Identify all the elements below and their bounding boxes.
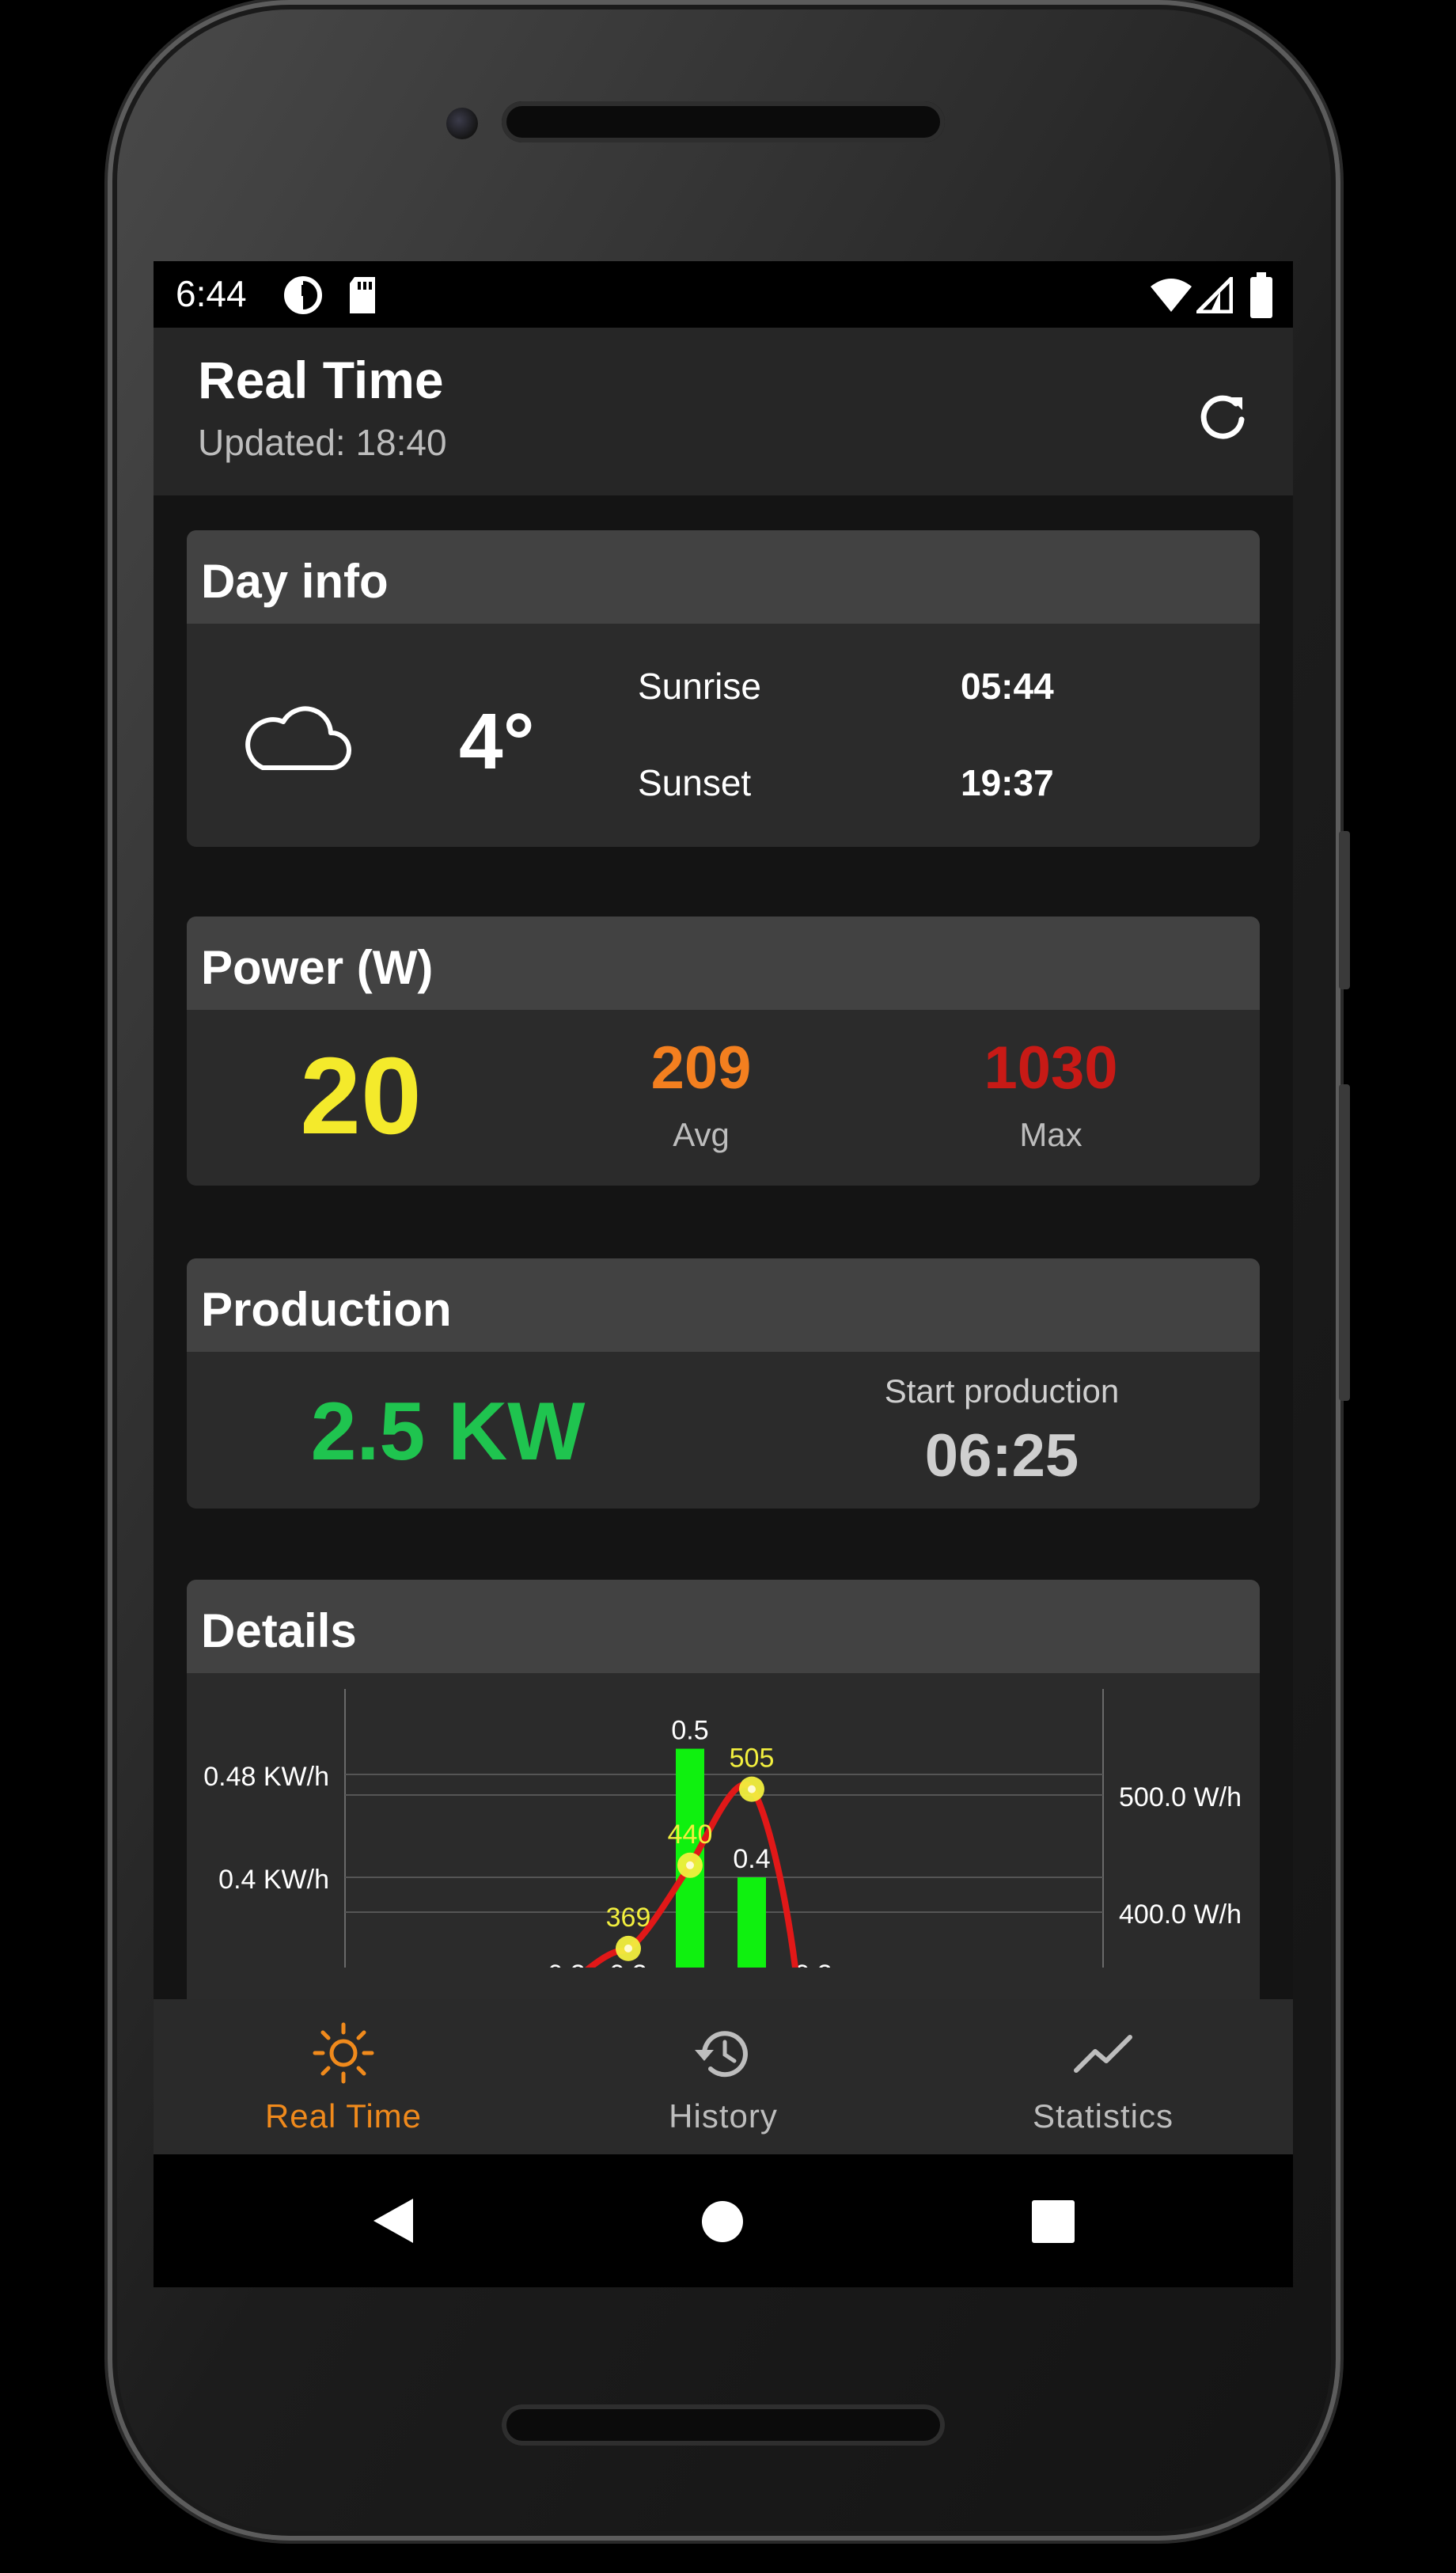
right-axis-tick-label: 500.0 W/h <box>1119 1782 1242 1812</box>
power-avg-label: Avg <box>673 1116 730 1153</box>
bottom-navigation: Real Time History Statistics <box>154 1999 1293 2154</box>
card-header: Production <box>187 1258 1260 1352</box>
bar-value-label: 0.5 <box>671 1716 708 1746</box>
start-production-time: 06:25 <box>924 1422 1079 1490</box>
card-header: Power (W) <box>187 916 1260 1010</box>
line-point-label: 369 <box>606 1903 651 1933</box>
start-production-label: Start production <box>884 1372 1120 1410</box>
top-speaker <box>502 101 945 142</box>
sd-card-icon <box>350 277 375 313</box>
chart-area: 0.48 KW/h0.4 KW/h0.32 KW/h500.0 W/h400.0… <box>187 1673 1260 1968</box>
line-point-center <box>748 1785 756 1793</box>
wifi-icon <box>1151 279 1192 312</box>
screen: 6:44 Real Time Updated: 18:40 Day info 4… <box>154 261 1293 2287</box>
power-current: 20 <box>300 1035 422 1157</box>
card-header: Details <box>187 1580 1260 1673</box>
line-point-center <box>624 1944 632 1953</box>
battery-icon <box>1250 272 1272 318</box>
trend-icon <box>1074 2035 1132 2073</box>
history-icon <box>695 2031 748 2078</box>
production-total: 2.5 KW <box>310 1386 586 1478</box>
card-title: Details <box>201 1604 357 1657</box>
nav-item-history[interactable]: History <box>533 1999 913 2154</box>
power-button <box>1339 831 1350 989</box>
sunset-label: Sunset <box>638 762 752 803</box>
card-title: Power (W) <box>201 941 434 994</box>
nav-item-statistics[interactable]: Statistics <box>913 1999 1293 2154</box>
sunset-time: 19:37 <box>961 762 1054 803</box>
line-point-label: 440 <box>668 1820 713 1850</box>
volume-button <box>1339 1084 1350 1401</box>
left-axis-tick-label: 0.4 KW/h <box>218 1865 329 1895</box>
data-saver-icon <box>284 276 322 314</box>
recents-icon[interactable] <box>1032 2200 1075 2243</box>
sun-icon <box>313 2022 374 2084</box>
home-icon[interactable] <box>701 2200 744 2243</box>
sunrise-label: Sunrise <box>638 666 761 707</box>
power-avg-value: 209 <box>650 1034 752 1102</box>
details-card: Details 0.48 KW/h0.4 KW/h0.32 KW/h500.0 … <box>187 1580 1260 2023</box>
bar-value-label: 0.2 <box>548 1960 585 1968</box>
back-icon[interactable] <box>372 2197 415 2245</box>
power-max-value: 1030 <box>984 1034 1118 1102</box>
bottom-speaker <box>502 2404 945 2446</box>
power-card: Power (W) 20 209 Avg 1030 Max <box>187 916 1260 1186</box>
status-bar: 6:44 <box>154 261 1293 328</box>
line-point-center <box>686 1861 694 1869</box>
card-title: Day info <box>201 555 389 608</box>
updated-time: Updated: 18:40 <box>198 422 447 463</box>
sunrise-time: 05:44 <box>961 666 1054 707</box>
content-scroll[interactable]: Day info 4° Sunrise 05:44 Sunset 19:37 P… <box>154 495 1293 2023</box>
line-point-label: 505 <box>730 1744 775 1774</box>
temperature: 4° <box>459 697 535 786</box>
page-title: Real Time <box>198 351 444 409</box>
nav-label-statistics: Statistics <box>1032 2097 1174 2135</box>
day-info-card: Day info 4° Sunrise 05:44 Sunset 19:37 <box>187 530 1260 847</box>
details-chart: 0.48 KW/h0.4 KW/h0.32 KW/h500.0 W/h400.0… <box>203 1689 1242 1968</box>
front-camera <box>446 108 478 139</box>
nav-item-real-time[interactable]: Real Time <box>154 1999 533 2154</box>
app-bar: Real Time Updated: 18:40 <box>154 328 1293 495</box>
production-card: Production 2.5 KW Start production 06:25 <box>187 1258 1260 1509</box>
right-axis-tick-label: 400.0 W/h <box>1119 1899 1242 1930</box>
nav-label-history: History <box>669 2097 778 2135</box>
left-axis-tick-label: 0.48 KW/h <box>203 1762 329 1792</box>
card-header: Day info <box>187 530 1260 624</box>
bar <box>737 1877 766 1968</box>
signal-icon <box>1196 277 1233 313</box>
bar-value-label: 0.4 <box>733 1844 770 1874</box>
card-title: Production <box>201 1283 452 1336</box>
nav-label-real-time: Real Time <box>264 2097 423 2135</box>
status-time: 6:44 <box>176 273 247 314</box>
bar-value-label: 0.2 <box>794 1960 832 1968</box>
system-navigation-bar <box>154 2154 1293 2287</box>
power-max-label: Max <box>1019 1116 1083 1153</box>
refresh-icon[interactable] <box>1195 389 1250 445</box>
cloud-icon <box>245 706 351 770</box>
